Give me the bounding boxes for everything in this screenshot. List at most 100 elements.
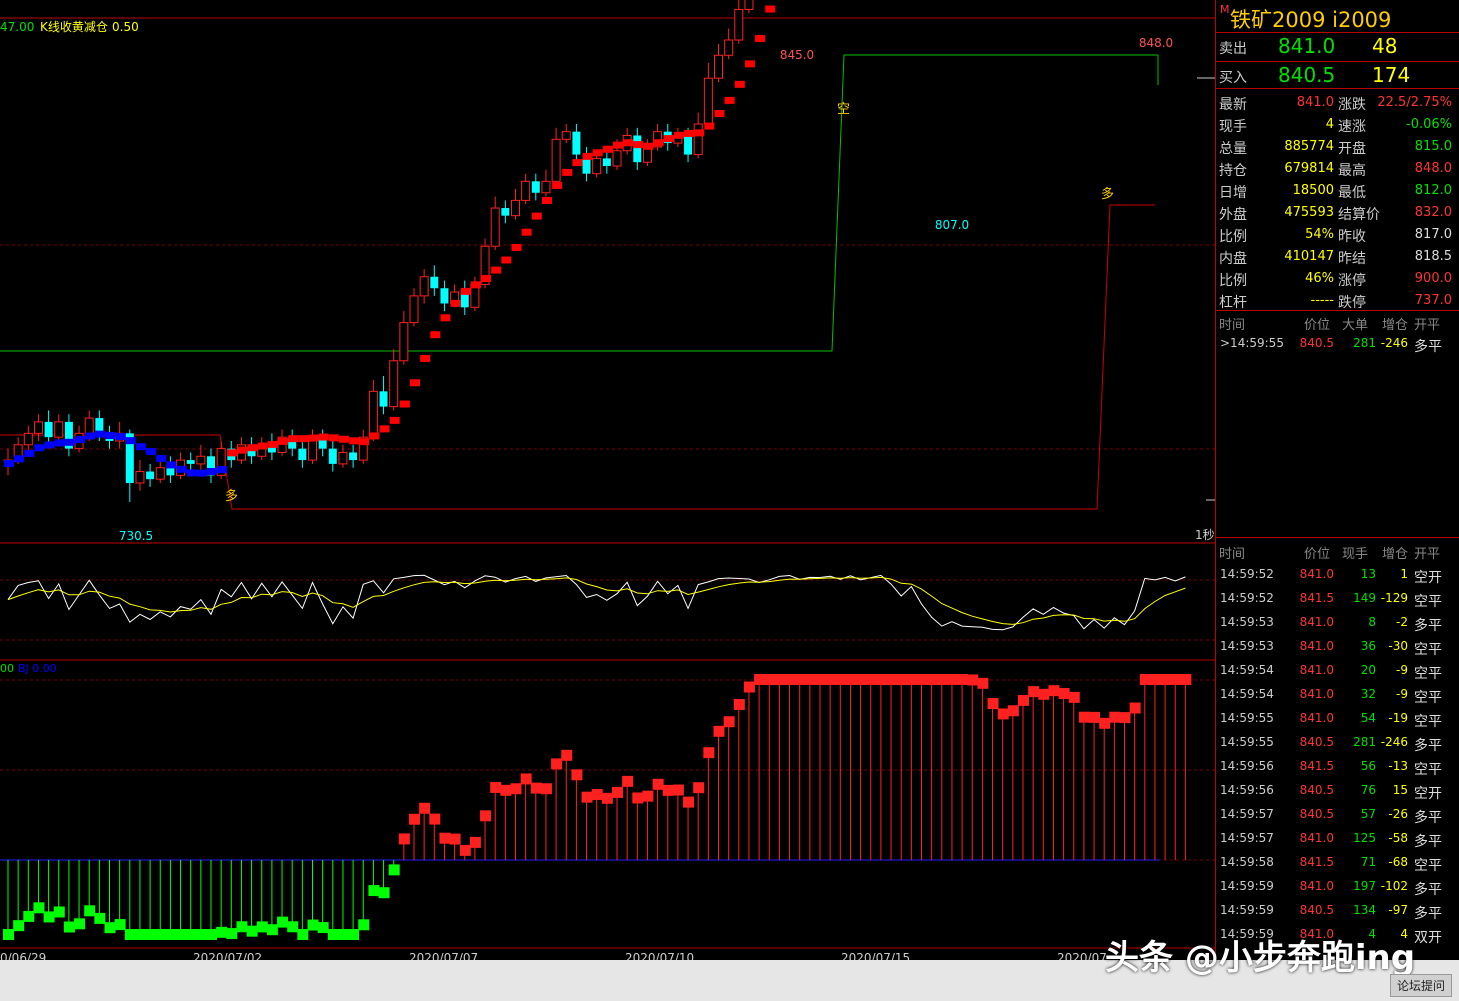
histogram-cap <box>601 792 613 804</box>
candlestick-chart[interactable]: 47.00 K线收黄减仓 0.50 00 BJ 0.00 1秒 845.0 848.0 807.… <box>0 0 1215 960</box>
histogram-cap <box>926 674 938 685</box>
trend-block <box>541 197 552 205</box>
trend-block <box>176 465 187 473</box>
candle-body <box>744 0 754 10</box>
histogram-cap <box>429 813 441 825</box>
tick-cell: 空平 <box>1414 594 1442 610</box>
sell-label: 卖出 <box>1219 41 1247 57</box>
histogram-cap <box>987 698 999 710</box>
signal-marker: 多 <box>225 488 238 504</box>
histogram-cap <box>236 921 248 933</box>
tick-cell: -129 <box>1380 591 1408 605</box>
histogram-cap <box>845 674 857 685</box>
histogram-cap <box>997 708 1009 720</box>
trend-block <box>663 135 674 143</box>
histogram-cap <box>510 783 522 795</box>
stat-label: 最新 <box>1219 97 1247 113</box>
candle-body <box>714 54 723 79</box>
histogram-cap <box>713 725 725 737</box>
trend-block <box>288 435 299 443</box>
candle-body <box>430 276 439 289</box>
histogram-cap <box>571 769 583 781</box>
histogram-cap <box>33 902 45 914</box>
stat-row: 比例 54% 昨收 817.0 <box>1216 224 1459 246</box>
tick-cell: 36 <box>1360 639 1376 653</box>
stat-label: 昨收 <box>1338 229 1366 245</box>
histogram-cap <box>206 929 217 940</box>
histogram-cap <box>419 802 431 814</box>
instrument-title[interactable]: M 铁矿2009 i2009 <box>1216 0 1459 33</box>
trend-block <box>186 469 197 477</box>
tick-cell: -26 <box>1388 807 1408 821</box>
histogram-cap <box>733 699 745 711</box>
stat-label: 开盘 <box>1338 141 1366 157</box>
trend-block <box>257 442 268 450</box>
tick-cell: 8 <box>1368 615 1376 629</box>
sell-row[interactable]: 卖出 841.0 48 <box>1216 33 1459 59</box>
buy-row[interactable]: 买入 840.5 174 <box>1216 62 1459 88</box>
trend-block <box>521 228 532 236</box>
tick-cell: -2 <box>1396 615 1408 629</box>
stat-value: 18500 <box>1292 183 1334 198</box>
candle-body <box>531 181 540 193</box>
stat-value: -0.06% <box>1406 117 1452 132</box>
histogram-cap <box>490 781 502 793</box>
histogram-cap <box>936 674 948 685</box>
candle-body <box>349 452 358 461</box>
trend-block <box>105 431 116 439</box>
histogram-cap <box>439 832 451 844</box>
tick-header-cell: 现手 <box>1342 547 1369 562</box>
histogram-cap <box>967 674 979 686</box>
stat-value: 900.0 <box>1414 271 1452 286</box>
buy-qty: 174 <box>1372 63 1411 87</box>
histogram-cap <box>886 674 898 685</box>
tick-cell: 56 <box>1360 759 1376 773</box>
histogram-cap <box>480 810 492 822</box>
histogram-cap <box>13 920 25 932</box>
stat-label: 昨结 <box>1338 251 1366 267</box>
tick-cell: 841.0 <box>1299 831 1334 845</box>
candle-body <box>368 390 378 438</box>
stat-value: 679814 <box>1284 161 1334 176</box>
trend-block <box>755 35 766 43</box>
trend-block <box>146 448 157 456</box>
candle-body <box>328 448 337 464</box>
trend-block <box>623 139 634 147</box>
forum-button[interactable]: 论坛提问 <box>1390 974 1453 997</box>
candle-body <box>419 276 429 297</box>
price-annotation: 730.5 <box>119 529 153 543</box>
tick-header-cell: 时间 <box>1219 547 1246 562</box>
tick-cell: -68 <box>1388 855 1408 869</box>
candle-body <box>196 455 206 465</box>
stat-label: 跌停 <box>1338 295 1366 311</box>
histogram-cap <box>368 885 380 897</box>
histogram-cap <box>784 674 796 685</box>
tick-cell: 841.0 <box>1299 687 1334 701</box>
trend-block <box>379 425 390 433</box>
trend-block <box>166 461 177 469</box>
tick-cell: 14:59:56 <box>1220 759 1274 773</box>
stat-row: 日增 18500 最低 812.0 <box>1216 180 1459 202</box>
tick-header-cell: 增仓 <box>1382 547 1409 562</box>
histogram-cap <box>896 674 908 685</box>
trend-block <box>440 314 451 322</box>
stat-value: 818.5 <box>1414 249 1452 264</box>
stat-value: 475593 <box>1284 205 1334 220</box>
histogram-cap <box>683 796 695 808</box>
histogram-cap <box>774 674 786 685</box>
trend-block <box>633 141 644 149</box>
stat-value: 22.5/2.75% <box>1377 95 1452 110</box>
sell-price: 841.0 <box>1278 34 1336 58</box>
candle-body <box>338 451 348 465</box>
tick-cell: 20 <box>1360 663 1376 677</box>
tick-cell: 空平 <box>1414 714 1442 730</box>
stat-label: 现手 <box>1219 119 1247 135</box>
tick-cell: 14:59:54 <box>1220 663 1274 677</box>
histogram-cap <box>804 674 816 685</box>
tick-cell: -30 <box>1388 639 1408 653</box>
tick-header-cell: 价位 <box>1304 547 1331 562</box>
histogram-cap <box>1109 711 1121 723</box>
histogram-cap <box>1170 674 1182 685</box>
buy-label: 买入 <box>1219 70 1247 86</box>
tick-cell: -13 <box>1388 759 1408 773</box>
